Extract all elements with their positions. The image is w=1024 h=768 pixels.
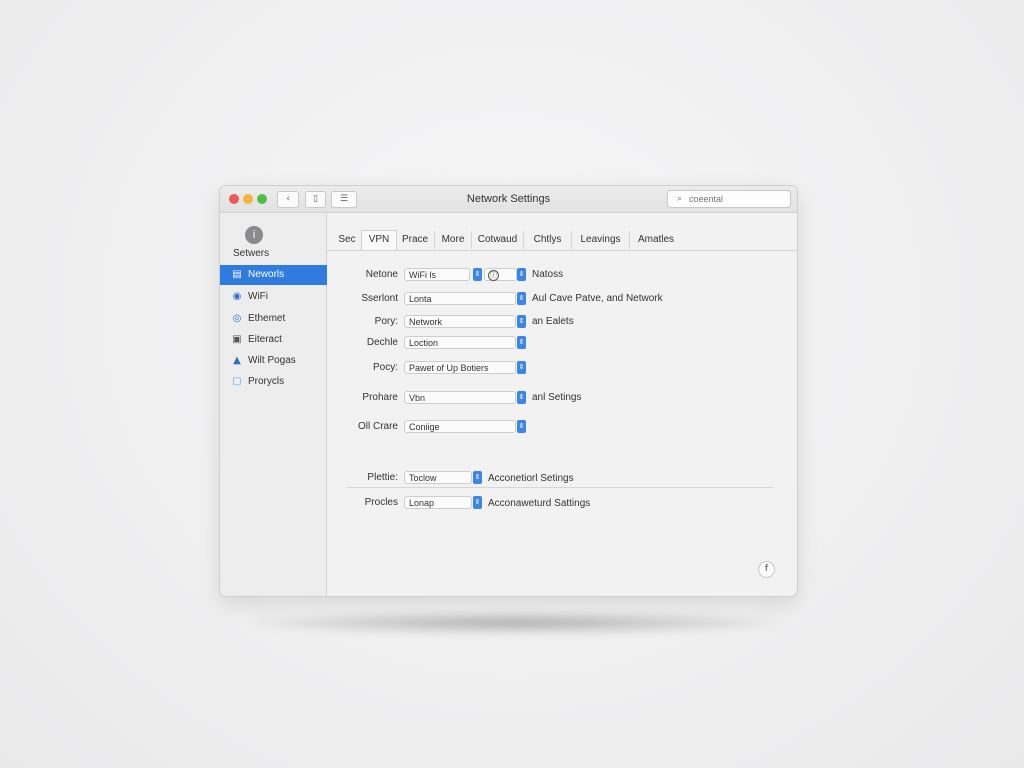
tab-bar: Sec VPN Prace More Cotwaud Chtlys Leavin… bbox=[327, 230, 797, 251]
interface-icon: ▣ bbox=[232, 334, 242, 345]
vpn-icon: ▲ bbox=[233, 355, 241, 366]
sidebar-item-ethernet[interactable]: ◎ Ethemet bbox=[220, 309, 327, 329]
info-stepper[interactable]: ⇕ bbox=[517, 268, 526, 281]
row-note: Natoss bbox=[532, 269, 564, 280]
sidebar-item-label: Neworls bbox=[248, 269, 285, 280]
row-note: anl Setings bbox=[532, 392, 582, 403]
row-note: Acconetiorl Setings bbox=[488, 473, 574, 484]
lonap-stepper[interactable]: ⇕ bbox=[473, 496, 482, 509]
tab-leavings[interactable]: Leavings bbox=[572, 231, 630, 249]
sidebar-item-label: Ethemet bbox=[248, 313, 286, 324]
row-note: Aul Cave Patve, and Network bbox=[532, 293, 663, 304]
sidebar-item-label: WiFi bbox=[248, 291, 268, 302]
tab-cotwaud[interactable]: Cotwaud bbox=[472, 231, 524, 249]
proxies-icon: ▢ bbox=[232, 376, 242, 387]
tab-sec[interactable]: Sec bbox=[333, 231, 361, 249]
row-label: Pocy: bbox=[372, 362, 398, 373]
sidebar-item-vpn[interactable]: ▲ Wilt Pogas bbox=[220, 351, 327, 371]
row-note: an Ealets bbox=[532, 316, 574, 327]
configure-select[interactable]: Coniige bbox=[404, 420, 516, 433]
row-note: Acconaweturd Sattings bbox=[488, 498, 591, 509]
sidebar-item-wifi[interactable]: ◉ WiFi bbox=[220, 287, 327, 307]
sidebar-item-proxies[interactable]: ▢ Prorycls bbox=[220, 372, 327, 392]
row-label: Pory: bbox=[374, 316, 398, 327]
tab-amatles[interactable]: Amatles bbox=[630, 231, 682, 249]
settings-pane: Sec VPN Prace More Cotwaud Chtlys Leavin… bbox=[327, 213, 797, 596]
location-select[interactable]: Lonta bbox=[404, 292, 516, 305]
sidebar-item-label: Prorycls bbox=[248, 376, 285, 387]
row-label: Plettie: bbox=[367, 472, 398, 483]
sidebar-header: Setwers bbox=[233, 248, 270, 259]
search-field[interactable]: ⌕ bbox=[667, 190, 791, 208]
sidebar-item-network[interactable]: ▤ Neworls bbox=[220, 265, 327, 285]
toclow-stepper[interactable]: ⇕ bbox=[473, 471, 482, 484]
network-icon: ▤ bbox=[232, 269, 242, 280]
loction-stepper[interactable]: ⇕ bbox=[517, 336, 526, 349]
tab-prace[interactable]: Prace bbox=[396, 231, 435, 249]
sidebar-item-label: Eiteract bbox=[248, 334, 282, 345]
policy-stepper[interactable]: ⇕ bbox=[517, 361, 526, 374]
sidebar-item-label: Wilt Pogas bbox=[248, 355, 296, 366]
info-field[interactable]: ⓘ bbox=[484, 268, 517, 281]
loction-select[interactable]: Loction bbox=[404, 336, 516, 349]
toclow-select[interactable]: Toclow bbox=[404, 471, 472, 484]
interface-stepper[interactable]: ⇕ bbox=[473, 268, 482, 281]
section-divider bbox=[347, 487, 773, 488]
wifi-icon: ◉ bbox=[232, 291, 242, 302]
tab-more[interactable]: More bbox=[435, 231, 472, 249]
row-label: Prohare bbox=[362, 392, 398, 403]
vpn-stepper[interactable]: ⇕ bbox=[517, 391, 526, 404]
info-icon: ⓘ bbox=[488, 270, 499, 281]
search-icon: ⌕ bbox=[677, 194, 683, 204]
title-bar: ‹ ▯ ☰ Network Settings ⌕ bbox=[220, 186, 797, 213]
row-label: Procles bbox=[364, 497, 398, 508]
lonap-select[interactable]: Lonap bbox=[404, 496, 472, 509]
tab-vpn[interactable]: VPN bbox=[361, 230, 397, 250]
row-label: Oll Crare bbox=[357, 421, 398, 432]
window-drop-shadow bbox=[250, 612, 780, 634]
configure-stepper[interactable]: ⇕ bbox=[517, 420, 526, 433]
sidebar: i Setwers ▤ Neworls ◉ WiFi ◎ Ethemet ▣ E… bbox=[220, 213, 327, 596]
search-input[interactable] bbox=[689, 192, 784, 205]
interface-select[interactable]: WiFi ls bbox=[404, 268, 470, 281]
network-stepper[interactable]: ⇕ bbox=[517, 315, 526, 328]
sidebar-item-interface[interactable]: ▣ Eiteract bbox=[220, 330, 327, 350]
vpn-select[interactable]: Vbn bbox=[404, 391, 516, 404]
info-icon: i bbox=[245, 226, 263, 244]
row-label: Sserlont bbox=[361, 293, 398, 304]
help-button[interactable]: f bbox=[758, 561, 775, 578]
tab-chtlys[interactable]: Chtlys bbox=[524, 231, 572, 249]
network-settings-window: ‹ ▯ ☰ Network Settings ⌕ i Setwers ▤ New… bbox=[219, 185, 798, 597]
row-label: Dechle bbox=[366, 337, 398, 348]
ethernet-icon: ◎ bbox=[232, 313, 242, 324]
network-select[interactable]: Network bbox=[404, 315, 516, 328]
location-stepper[interactable]: ⇕ bbox=[517, 292, 526, 305]
row-label: Netone bbox=[365, 269, 398, 280]
policy-select[interactable]: Pawet of Up Botiers bbox=[404, 361, 516, 374]
